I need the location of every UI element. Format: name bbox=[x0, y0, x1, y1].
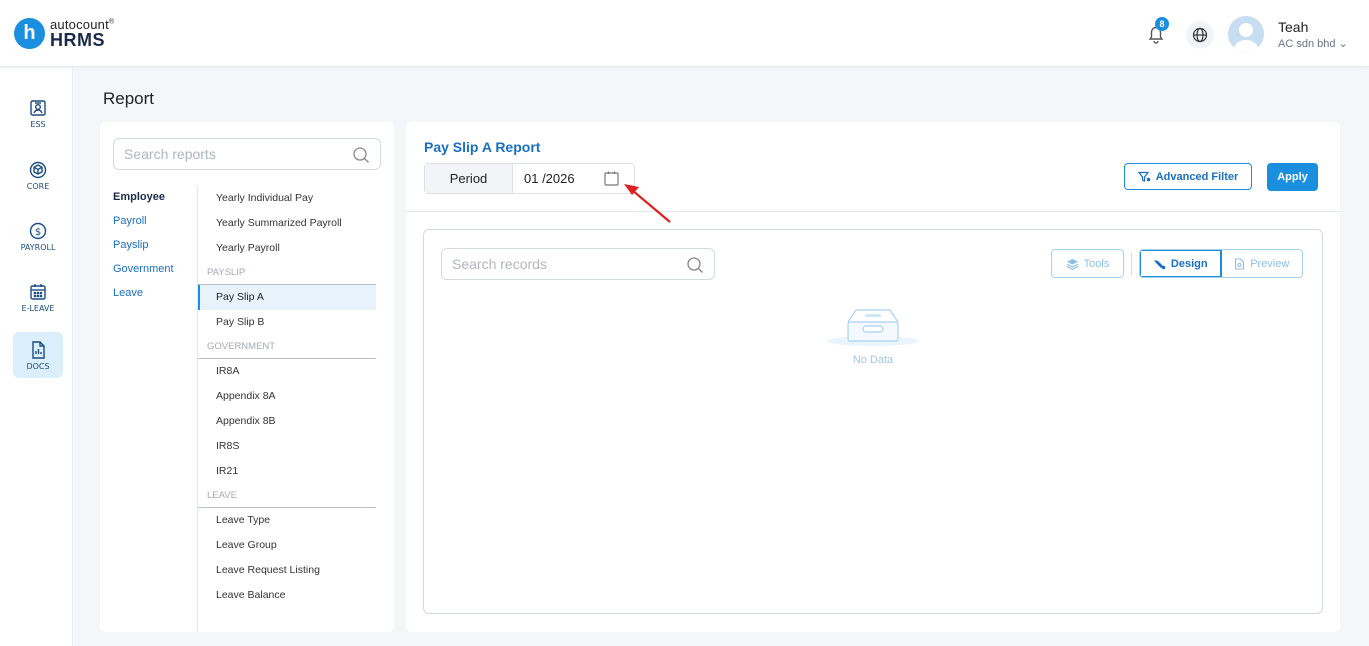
records-search-input[interactable] bbox=[442, 249, 672, 279]
report-item[interactable]: Appendix 8A bbox=[198, 384, 376, 409]
app-logo[interactable]: h autocount® HRMS bbox=[14, 18, 114, 49]
design-button[interactable]: Design bbox=[1140, 250, 1222, 277]
payroll-icon: $ bbox=[29, 222, 47, 239]
user-avatar-icon bbox=[1228, 16, 1264, 52]
nav-item-eleave[interactable]: E-LEAVE bbox=[13, 274, 63, 320]
preview-button[interactable]: Preview bbox=[1221, 250, 1302, 277]
top-header: h autocount® HRMS 8 Teah AC sdn bhd ⌄ bbox=[0, 0, 1369, 67]
section-header-leave: LEAVE bbox=[198, 484, 376, 508]
avatar[interactable] bbox=[1228, 16, 1264, 52]
advanced-filter-button[interactable]: Advanced Filter bbox=[1124, 163, 1252, 190]
nav-label: E-LEAVE bbox=[21, 303, 55, 313]
section-header-government: GOVERNMENT bbox=[198, 335, 376, 359]
report-item[interactable]: Yearly Payroll bbox=[198, 236, 376, 261]
report-item[interactable]: Leave Balance bbox=[198, 583, 376, 608]
category-payslip[interactable]: Payslip bbox=[113, 239, 174, 263]
category-payroll[interactable]: Payroll bbox=[113, 215, 174, 239]
report-list-panel: Employee Payroll Payslip Government Leav… bbox=[100, 122, 394, 632]
report-category-list: Employee Payroll Payslip Government Leav… bbox=[113, 191, 174, 311]
user-org-dropdown[interactable]: AC sdn bhd ⌄ bbox=[1278, 37, 1348, 50]
period-label: Period bbox=[425, 164, 513, 193]
divider bbox=[406, 211, 1340, 212]
empty-state: No Data bbox=[826, 305, 920, 366]
report-item[interactable]: Leave Group bbox=[198, 533, 376, 558]
chevron-down-icon: ⌄ bbox=[1338, 38, 1348, 50]
calendar-icon bbox=[30, 283, 46, 300]
report-search-input[interactable] bbox=[114, 139, 344, 169]
report-title: Pay Slip A Report bbox=[424, 139, 541, 155]
svg-text:$: $ bbox=[35, 227, 41, 238]
nav-item-ess[interactable]: ESS bbox=[13, 90, 63, 136]
filter-icon bbox=[1137, 171, 1151, 182]
nav-label: PAYROLL bbox=[20, 242, 56, 252]
category-employee[interactable]: Employee bbox=[113, 191, 174, 215]
user-name[interactable]: Teah bbox=[1278, 19, 1308, 35]
apply-button[interactable]: Apply bbox=[1267, 163, 1318, 191]
search-icon[interactable] bbox=[686, 256, 704, 274]
no-data-text: No Data bbox=[852, 354, 894, 366]
ess-icon bbox=[30, 99, 46, 116]
toolbar-divider bbox=[1131, 253, 1132, 275]
nav-item-payroll[interactable]: $ PAYROLL bbox=[13, 213, 63, 259]
period-field: Period 01 /2026 bbox=[424, 163, 635, 194]
report-item[interactable]: Leave Request Listing bbox=[198, 558, 376, 583]
report-item[interactable]: IR8S bbox=[198, 434, 376, 459]
preview-icon bbox=[1235, 257, 1245, 270]
report-item[interactable]: Yearly Summarized Payroll bbox=[198, 211, 376, 236]
logo-badge: h bbox=[14, 18, 45, 49]
report-item[interactable]: Pay Slip B bbox=[198, 310, 376, 335]
report-item[interactable]: IR8A bbox=[198, 359, 376, 384]
report-item[interactable]: IR21 bbox=[198, 459, 376, 484]
nav-item-core[interactable]: CORE bbox=[13, 152, 63, 198]
page-title: Report bbox=[103, 89, 155, 108]
nav-label: ESS bbox=[30, 119, 46, 129]
annotation-arrow-icon bbox=[624, 184, 671, 223]
language-button[interactable] bbox=[1186, 21, 1214, 49]
calendar-icon[interactable] bbox=[603, 170, 620, 187]
nav-item-docs[interactable]: DOCS bbox=[13, 332, 63, 378]
records-panel: Tools Design Preview No Data bbox=[423, 229, 1323, 614]
logo-line2: HRMS bbox=[50, 30, 105, 50]
report-item-list: Yearly Individual Pay Yearly Summarized … bbox=[198, 186, 376, 608]
layers-icon bbox=[1066, 258, 1078, 270]
core-icon bbox=[29, 161, 47, 178]
docs-icon bbox=[32, 340, 45, 359]
records-search-box bbox=[441, 248, 715, 280]
design-preview-toggle: Design Preview bbox=[1139, 249, 1303, 278]
empty-box-icon bbox=[827, 309, 919, 346]
report-item[interactable]: Appendix 8B bbox=[198, 409, 376, 434]
nav-label: CORE bbox=[26, 181, 50, 191]
globe-icon bbox=[1192, 27, 1208, 43]
search-icon[interactable] bbox=[352, 146, 370, 164]
notification-count-badge: 8 bbox=[1155, 17, 1169, 31]
report-item-pay-slip-a[interactable]: Pay Slip A bbox=[198, 285, 376, 310]
report-main-panel: Pay Slip A Report Period 01 /2026 Advanc… bbox=[406, 122, 1340, 632]
report-item[interactable]: Leave Type bbox=[198, 508, 376, 533]
report-item[interactable]: Yearly Individual Pay bbox=[198, 186, 376, 211]
category-government[interactable]: Government bbox=[113, 263, 174, 287]
side-nav: ESS CORE $ PAYROLL E-LEAVE DOCS bbox=[0, 68, 73, 646]
section-header-payslip: PAYSLIP bbox=[198, 261, 376, 285]
report-search-box bbox=[113, 138, 381, 170]
design-icon bbox=[1153, 259, 1166, 269]
nav-label: DOCS bbox=[26, 361, 50, 371]
category-leave[interactable]: Leave bbox=[113, 287, 174, 311]
tools-button[interactable]: Tools bbox=[1051, 249, 1124, 278]
